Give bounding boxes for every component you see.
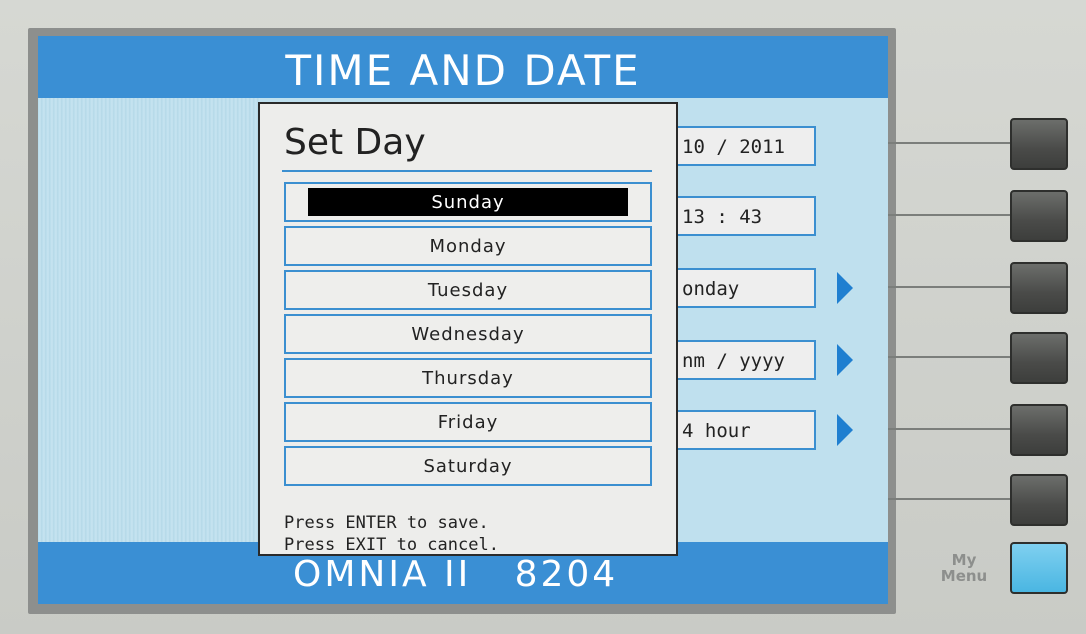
softkey-6-button[interactable] — [1010, 474, 1068, 526]
softkey-line — [888, 214, 1012, 216]
display-screen: TIME AND DATE 10 / 2011 13 : 43 onday nm… — [38, 36, 888, 604]
day-option-label: Sunday — [308, 188, 628, 216]
day-option-thursday[interactable]: Thursday — [284, 358, 652, 398]
day-option-tuesday[interactable]: Tuesday — [284, 270, 652, 310]
dialog-title: Set Day — [284, 122, 426, 163]
softkey-line — [888, 428, 1012, 430]
day-option-wednesday[interactable]: Wednesday — [284, 314, 652, 354]
day-option-sunday[interactable]: Sunday — [284, 182, 652, 222]
set-day-dialog: Set Day Sunday Monday Tuesday Wednesday … — [258, 102, 678, 556]
softkey-4-button[interactable] — [1010, 332, 1068, 384]
my-menu-label: My Menu — [940, 551, 988, 585]
day-field-arrow-icon[interactable] — [837, 272, 853, 304]
softkey-3-button[interactable] — [1010, 262, 1068, 314]
model-name: OMNIA II 8204 — [293, 554, 619, 595]
day-option-label: Wednesday — [411, 323, 525, 345]
page-title: TIME AND DATE — [285, 46, 641, 95]
softkey-line — [888, 142, 1012, 144]
softkey-line — [888, 286, 1012, 288]
dialog-divider — [282, 170, 652, 172]
day-option-label: Monday — [429, 235, 507, 257]
enter-instruction: Press ENTER to save. — [284, 513, 489, 533]
day-option-friday[interactable]: Friday — [284, 402, 652, 442]
softkey-1-button[interactable] — [1010, 118, 1068, 170]
softkey-line — [888, 498, 1012, 500]
dialog-instructions: Press ENTER to save. Press EXIT to cance… — [284, 512, 499, 556]
time-format-arrow-icon[interactable] — [837, 414, 853, 446]
time-format-field[interactable]: 4 hour — [674, 410, 816, 450]
day-option-label: Saturday — [423, 455, 513, 477]
date-format-field[interactable]: nm / yyyy — [674, 340, 816, 380]
day-option-monday[interactable]: Monday — [284, 226, 652, 266]
day-field[interactable]: onday — [674, 268, 816, 308]
softkey-2-button[interactable] — [1010, 190, 1068, 242]
day-option-label: Tuesday — [427, 279, 509, 301]
exit-instruction: Press EXIT to cancel. — [284, 535, 499, 555]
date-field[interactable]: 10 / 2011 — [674, 126, 816, 166]
day-option-label: Friday — [437, 411, 499, 433]
date-format-arrow-icon[interactable] — [837, 344, 853, 376]
softkey-line — [888, 356, 1012, 358]
softkey-5-button[interactable] — [1010, 404, 1068, 456]
left-strip — [38, 98, 260, 542]
day-option-saturday[interactable]: Saturday — [284, 446, 652, 486]
time-field[interactable]: 13 : 43 — [674, 196, 816, 236]
my-menu-button[interactable] — [1010, 542, 1068, 594]
day-option-label: Thursday — [422, 367, 514, 389]
